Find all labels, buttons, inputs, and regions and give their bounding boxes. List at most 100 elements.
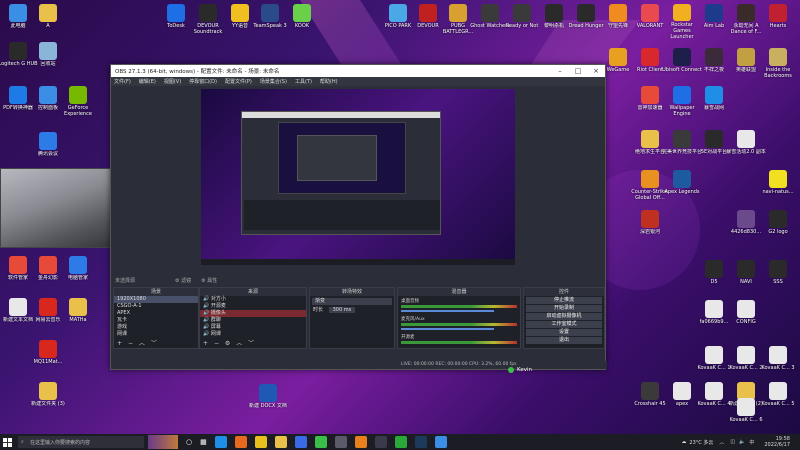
maximize-icon[interactable]: □ [569,67,587,75]
move-down-icon[interactable]: ﹀ [151,340,157,347]
scene-item[interactable]: 1920X1080 [114,296,198,303]
app-icon[interactable] [334,436,347,448]
desktop-shortcut[interactable]: KovaaK C... 1 [696,344,732,380]
obs-window[interactable]: OBS 27.1.3 (64-bit, windows) - 配置文件: 未命名… [110,64,607,370]
desktop-shortcut[interactable]: GeForce Experience [60,84,96,120]
desktop-shortcut[interactable]: 电脑管家 [60,254,96,290]
settings-button[interactable]: 设置 [526,329,602,336]
chrome-icon[interactable] [254,436,267,448]
start-recording-button[interactable]: 开始录制 [526,305,602,312]
desktop-shortcut[interactable]: G2 logo [760,208,796,244]
desktop-shortcut[interactable]: NAVI [728,258,764,294]
steam-icon[interactable] [414,436,427,448]
scene-item[interactable]: CSGO-A-1 [114,303,198,310]
taskbar-game-thumbnail[interactable] [148,435,178,449]
desktop-shortcut[interactable]: Inside the Backrooms [760,46,796,82]
desktop-shortcut[interactable]: KovaaK C... 3 [760,344,796,380]
minimize-icon[interactable]: – [551,67,569,75]
menu-tools[interactable]: 工具(T) [295,78,312,85]
tray-chevron-icon[interactable]: ︿ [719,439,724,446]
desktop-shortcut[interactable]: 守望先锋 [600,2,636,38]
weather-text[interactable]: 23°C 多云 [689,439,713,446]
source-item[interactable]: 🔊 群聊 [200,317,306,324]
desktop-shortcut[interactable]: Hearts [760,2,796,38]
properties-button[interactable]: ⚙ 属性 [201,277,217,284]
desktop-shortcut[interactable]: 腾讯会议 [30,130,66,166]
widgets-icon[interactable]: ▦ [200,438,207,446]
stop-streaming-button[interactable]: 停止推流 [526,297,602,304]
desktop-shortcut[interactable]: 5E对战平台 [696,128,732,164]
edge-icon[interactable] [214,436,227,448]
menu-profile[interactable]: 配置文件(P) [225,78,252,85]
exit-button[interactable]: 退出 [526,337,602,344]
add-source-icon[interactable]: + [203,340,208,347]
desktop-shortcut[interactable]: 新建文件夹 (3) [30,380,66,416]
desktop-shortcut[interactable]: A [30,2,66,38]
desktop-shortcut[interactable]: D5 [696,258,732,294]
duration-input[interactable]: 300 ms [328,307,356,313]
source-item[interactable]: 🔊 开源麦 [200,303,306,310]
volume-slider[interactable] [401,310,494,312]
desktop-shortcut[interactable]: 新建 DOCX 文档 [249,382,287,418]
source-item[interactable]: 🔊 网课 [200,331,306,338]
menu-view[interactable]: 视图(V) [164,78,181,85]
desktop-shortcut[interactable]: Crosshair 45 [632,380,668,416]
obs-icon[interactable] [374,436,387,448]
taskbar-search-box[interactable]: ⌕ 在这里输入你要搜索的内容 [18,436,144,448]
desktop-shortcut[interactable]: MQ11Mat... [30,338,66,374]
remove-source-icon[interactable]: − [214,340,219,347]
desktop-shortcut[interactable]: 4426d830... [728,208,764,244]
scene-item[interactable]: APEX [114,310,198,317]
desktop-shortcut[interactable]: KovaaK C... 5 [760,380,796,416]
desktop-shortcut[interactable]: navi-natus... [760,168,796,204]
desktop-shortcut[interactable]: PUBG BATTLEGR... [440,2,476,38]
desktop-shortcut[interactable]: apex [664,380,700,416]
desktop-shortcut[interactable]: Riot Client [632,46,668,82]
filters-button[interactable]: ⚙ 滤镜 [175,277,191,284]
obs-titlebar[interactable]: OBS 27.1.3 (64-bit, windows) - 配置文件: 未命名… [111,65,605,77]
ime-language[interactable]: 中 [749,439,754,446]
desktop-shortcut[interactable]: DEVOUR Soundtrack [190,2,226,38]
volume-slider[interactable] [401,328,494,330]
source-item[interactable]: 🔊 摄像头 [200,310,306,317]
desktop-shortcut[interactable]: SSS [760,258,796,294]
file-explorer-icon[interactable] [274,436,287,448]
store-icon[interactable] [294,436,307,448]
source-item[interactable]: 🔊 对方小 [200,296,306,303]
scene-item[interactable]: 游戏 [114,324,198,331]
user-badge[interactable]: Kevin [508,367,532,373]
obs-preview-canvas[interactable] [201,89,515,265]
desktop-shortcut[interactable]: WeGame [600,46,636,82]
desktop-shortcut[interactable]: KovaaK C... 2 [728,344,764,380]
move-up-icon[interactable]: ︿ [236,340,242,347]
desktop-shortcut[interactable]: 暴雪活动2.0 副本 [726,128,766,164]
desktop-shortcut[interactable]: Ubisoft Connect [662,46,702,82]
desktop-shortcut[interactable]: KovaaK C... 4 [696,380,732,416]
menu-file[interactable]: 文件(F) [114,78,131,85]
menu-scene-collection[interactable]: 场景集合(S) [260,78,287,85]
desktop-shortcut[interactable]: 永劫无间 A Dance of F... [728,2,764,38]
desktop-shortcut[interactable]: Counter-Strike: Global Off... [631,168,669,204]
desktop-shortcut[interactable]: Dread Hunger [568,2,604,38]
desktop-shortcut[interactable]: 暴雪战网 [696,84,732,120]
wechat-icon[interactable] [394,436,407,448]
desktop-shortcut[interactable]: Rockstar Games Launcher [664,2,700,38]
desktop-shortcut[interactable]: 完美世界竞技平台 [662,128,702,164]
move-up-icon[interactable]: ︿ [139,340,145,347]
menu-help[interactable]: 帮助(H) [320,78,338,85]
transition-type-select[interactable]: 渐变 [312,298,392,305]
menu-edit[interactable]: 编辑(E) [139,78,156,85]
desktop-shortcut[interactable]: Ready or Not [504,2,540,38]
menu-docks[interactable]: 停靠窗口(D) [189,78,217,85]
desktop-shortcut[interactable]: 黎明杀机 [536,2,572,38]
scene-item[interactable]: 瓦卡 [114,317,198,324]
desktop-shortcut[interactable]: KOOK [284,2,320,38]
desktop-shortcut[interactable]: 回收站 [30,40,66,76]
desktop-shortcut[interactable]: fa0669b9... [696,298,732,334]
desktop-shortcut[interactable]: TeamSpeak 3 [252,2,288,38]
desktop-shortcut[interactable]: 绝地求生平台 [632,128,668,164]
app-icon[interactable] [354,436,367,448]
firefox-icon[interactable] [234,436,247,448]
move-down-icon[interactable]: ﹀ [248,340,254,347]
task-view-icon[interactable]: ○ [186,438,192,446]
